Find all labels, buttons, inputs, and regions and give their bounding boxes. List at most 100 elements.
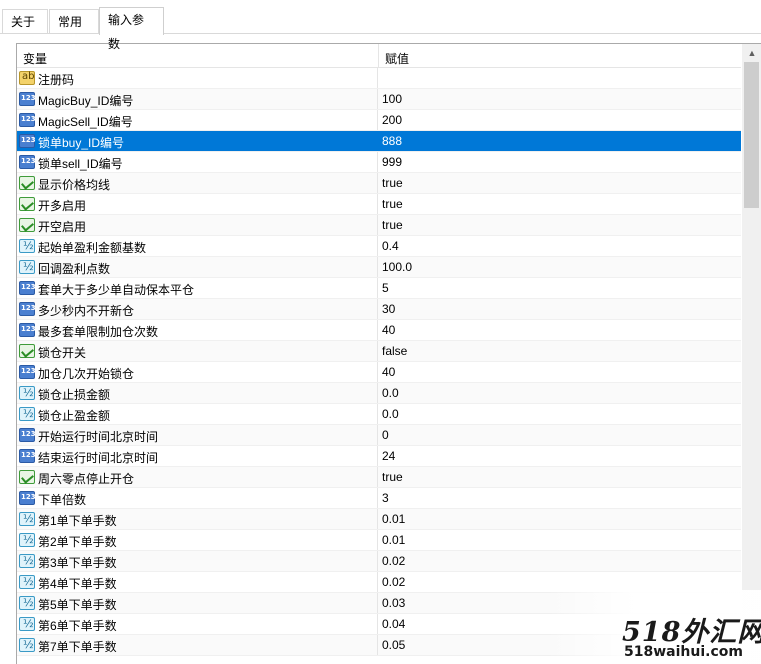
variable-cell[interactable]: 开始运行时间北京时间 xyxy=(17,425,378,445)
variable-cell[interactable]: 第2单下单手数 xyxy=(17,530,378,550)
variable-cell[interactable]: 锁单buy_ID编号 xyxy=(17,131,378,151)
tab-common[interactable]: 常用 xyxy=(49,9,99,34)
tab-input-parameters[interactable]: 输入参数 xyxy=(99,7,164,51)
variable-cell[interactable]: 第5单下单手数 xyxy=(17,593,378,613)
table-row[interactable]: 注册码 xyxy=(17,68,741,89)
value-cell[interactable]: 0.02 xyxy=(382,575,405,589)
value-cell[interactable]: 40 xyxy=(382,365,395,379)
table-row[interactable]: 回调盈利点数 100.0 xyxy=(17,257,741,278)
table-row[interactable]: 加仓几次开始锁仓 40 xyxy=(17,362,741,383)
variable-name: 锁仓开关 xyxy=(38,346,87,360)
value-cell[interactable]: 999 xyxy=(382,155,402,169)
double-icon xyxy=(19,617,35,631)
value-cell[interactable]: 200 xyxy=(382,113,402,127)
value-cell[interactable]: 30 xyxy=(382,302,395,316)
variable-cell[interactable]: 起始单盈利金额基数 xyxy=(17,236,378,256)
value-cell[interactable]: 0.03 xyxy=(382,596,405,610)
value-cell[interactable]: 100.0 xyxy=(382,260,412,274)
variable-cell[interactable]: 锁仓止盈金额 xyxy=(17,404,378,424)
variable-cell[interactable]: MagicSell_ID编号 xyxy=(17,110,378,130)
vertical-scrollbar[interactable]: ▲ xyxy=(742,44,761,664)
double-icon xyxy=(19,239,35,253)
variable-cell[interactable]: 锁仓开关 xyxy=(17,341,378,361)
value-cell[interactable]: false xyxy=(382,344,407,358)
table-row[interactable]: 最多套单限制加仓次数 40 xyxy=(17,320,741,341)
variable-cell[interactable]: 周六零点停止开仓 xyxy=(17,467,378,487)
variable-cell[interactable]: 回调盈利点数 xyxy=(17,257,378,277)
value-cell[interactable]: 0.01 xyxy=(382,533,405,547)
variable-cell[interactable]: 第6单下单手数 xyxy=(17,614,378,634)
value-cell[interactable]: 0.01 xyxy=(382,512,405,526)
column-header-value[interactable]: 赋值 xyxy=(385,50,409,67)
variable-cell[interactable]: 第7单下单手数 xyxy=(17,635,378,655)
variable-name: 锁仓止盈金额 xyxy=(38,409,111,423)
table-row[interactable]: 第3单下单手数 0.02 xyxy=(17,551,741,572)
table-row[interactable]: 锁单buy_ID编号 888 xyxy=(17,131,741,152)
value-cell[interactable]: 40 xyxy=(382,323,395,337)
variable-cell[interactable]: 显示价格均线 xyxy=(17,173,378,193)
value-cell[interactable]: 888 xyxy=(382,134,402,148)
variable-cell[interactable]: 锁单sell_ID编号 xyxy=(17,152,378,172)
table-row[interactable]: 第2单下单手数 0.01 xyxy=(17,530,741,551)
table-row[interactable]: 开多启用 true xyxy=(17,194,741,215)
table-row[interactable]: 锁仓止损金额 0.0 xyxy=(17,383,741,404)
table-row[interactable]: MagicBuy_ID编号 100 xyxy=(17,89,741,110)
value-cell[interactable]: true xyxy=(382,176,403,190)
variable-cell[interactable]: 锁仓止损金额 xyxy=(17,383,378,403)
table-row[interactable]: 第1单下单手数 0.01 xyxy=(17,509,741,530)
variable-cell[interactable]: 第4单下单手数 xyxy=(17,572,378,592)
column-header-variable[interactable]: 变量 xyxy=(23,50,47,67)
table-row[interactable]: 锁仓开关 false xyxy=(17,341,741,362)
variable-cell[interactable]: 多少秒内不开新仓 xyxy=(17,299,378,319)
variable-name: 开始运行时间北京时间 xyxy=(38,430,159,444)
value-cell[interactable]: 24 xyxy=(382,449,395,463)
value-cell[interactable]: 0.0 xyxy=(382,386,399,400)
scroll-up-icon[interactable]: ▲ xyxy=(742,44,761,62)
variable-cell[interactable]: 下单倍数 xyxy=(17,488,378,508)
value-cell[interactable]: 5 xyxy=(382,281,389,295)
table-row[interactable]: 下单倍数 3 xyxy=(17,488,741,509)
table-row[interactable]: 结束运行时间北京时间 24 xyxy=(17,446,741,467)
double-icon xyxy=(19,407,35,421)
variable-cell[interactable]: 加仓几次开始锁仓 xyxy=(17,362,378,382)
value-cell[interactable]: true xyxy=(382,197,403,211)
value-cell[interactable]: 100 xyxy=(382,92,402,106)
table-row[interactable]: 周六零点停止开仓 true xyxy=(17,467,741,488)
variable-name: 多少秒内不开新仓 xyxy=(38,304,135,318)
table-row[interactable]: 显示价格均线 true xyxy=(17,173,741,194)
variable-cell[interactable]: MagicBuy_ID编号 xyxy=(17,89,378,109)
scroll-thumb[interactable] xyxy=(744,62,759,208)
table-row[interactable]: 开始运行时间北京时间 0 xyxy=(17,425,741,446)
variable-name: 开多启用 xyxy=(38,199,87,213)
variable-name: 第2单下单手数 xyxy=(38,535,117,549)
value-cell[interactable]: 0.0 xyxy=(382,407,399,421)
table-row[interactable]: 套单大于多少单自动保本平仓 5 xyxy=(17,278,741,299)
value-cell[interactable]: 3 xyxy=(382,491,389,505)
variable-cell[interactable]: 第3单下单手数 xyxy=(17,551,378,571)
variable-cell[interactable]: 结束运行时间北京时间 xyxy=(17,446,378,466)
variable-cell[interactable]: 套单大于多少单自动保本平仓 xyxy=(17,278,378,298)
table-row[interactable]: 起始单盈利金额基数 0.4 xyxy=(17,236,741,257)
table-row[interactable]: 锁仓止盈金额 0.0 xyxy=(17,404,741,425)
value-cell[interactable]: 0.04 xyxy=(382,617,405,631)
variable-cell[interactable]: 开多启用 xyxy=(17,194,378,214)
table-row[interactable]: 多少秒内不开新仓 30 xyxy=(17,299,741,320)
boolean-icon xyxy=(19,176,35,190)
value-cell[interactable]: 0.02 xyxy=(382,554,405,568)
table-row[interactable]: 开空启用 true xyxy=(17,215,741,236)
value-cell[interactable]: 0.05 xyxy=(382,638,405,652)
variable-name: 第4单下单手数 xyxy=(38,577,117,591)
table-row[interactable]: MagicSell_ID编号 200 xyxy=(17,110,741,131)
variable-cell[interactable]: 开空启用 xyxy=(17,215,378,235)
column-divider[interactable] xyxy=(378,44,379,68)
table-row[interactable]: 锁单sell_ID编号 999 xyxy=(17,152,741,173)
variable-cell[interactable]: 注册码 xyxy=(17,68,378,88)
value-cell[interactable]: 0.4 xyxy=(382,239,399,253)
variable-cell[interactable]: 第1单下单手数 xyxy=(17,509,378,529)
value-cell[interactable]: true xyxy=(382,218,403,232)
value-cell[interactable]: 0 xyxy=(382,428,389,442)
double-icon xyxy=(19,596,35,610)
value-cell[interactable]: true xyxy=(382,470,403,484)
variable-cell[interactable]: 最多套单限制加仓次数 xyxy=(17,320,378,340)
tab-about[interactable]: 关于 xyxy=(2,9,48,34)
